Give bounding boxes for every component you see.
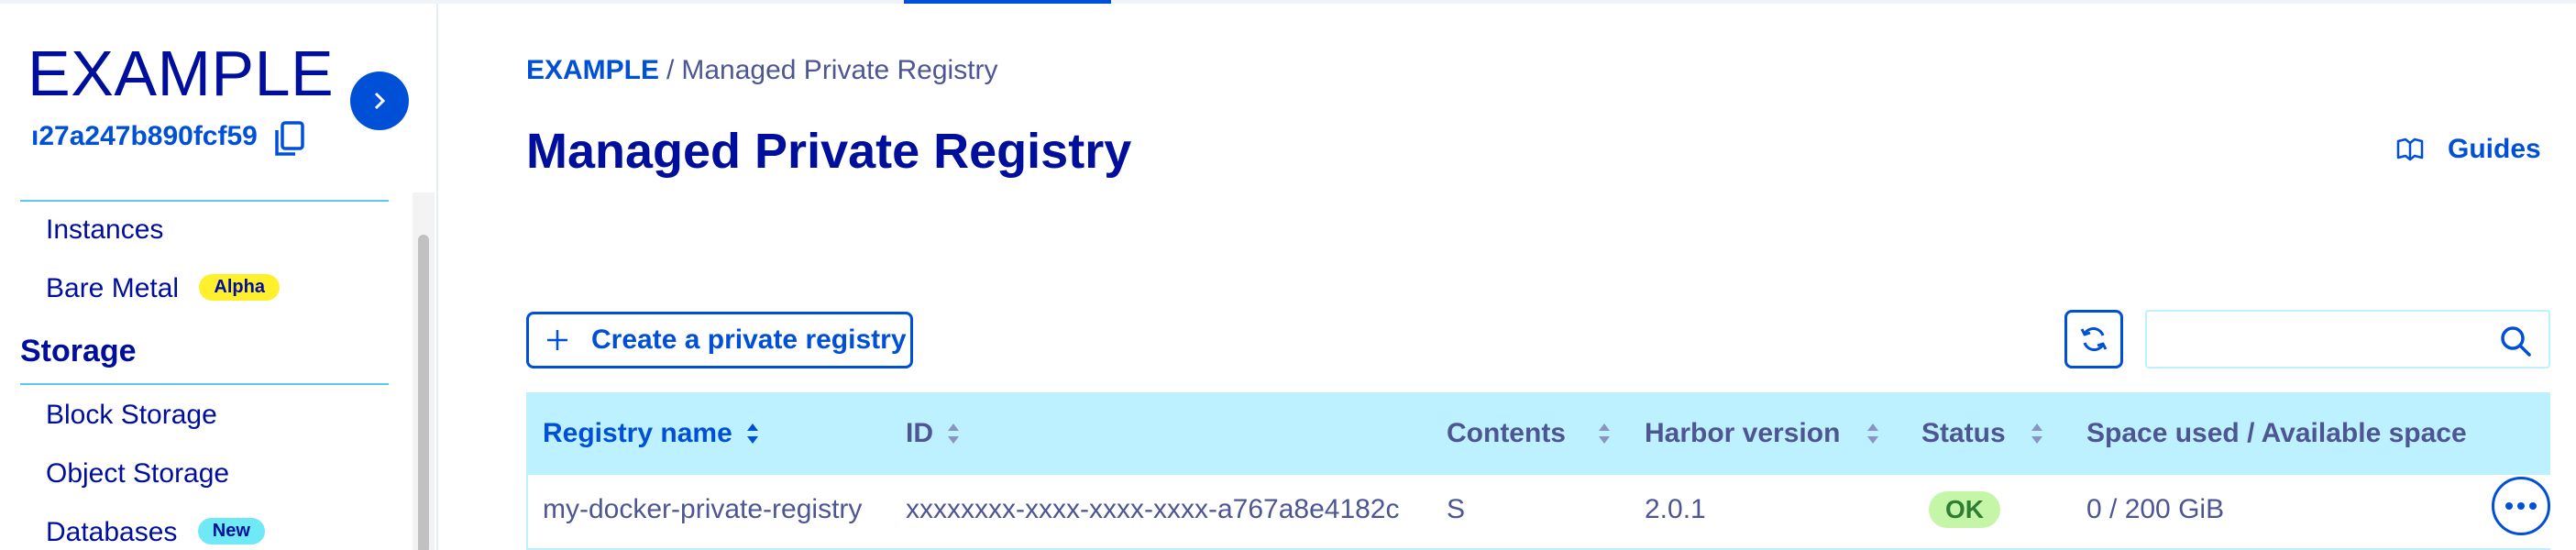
search-input[interactable] — [2156, 319, 2477, 359]
search-icon[interactable] — [2499, 324, 2532, 358]
sidebar-item-label: Databases — [46, 517, 178, 547]
table-header: Registry name ID Contents Harbor version… — [526, 392, 2550, 475]
cell-id: xxxxxxxx-xxxx-xxxx-xxxx-a767a8e4182c — [906, 494, 1400, 524]
column-label: Status — [1921, 418, 2006, 448]
section-divider — [20, 383, 389, 385]
column-header-harbor-version[interactable]: Harbor version — [1645, 392, 1880, 475]
sidebar-divider — [20, 200, 389, 202]
column-label: ID — [906, 418, 933, 448]
sidebar-toggle-button[interactable] — [350, 72, 409, 130]
sort-icon[interactable] — [2030, 422, 2044, 446]
guides-link[interactable]: Guides — [2396, 134, 2541, 165]
column-header-space: Space used / Available space — [2086, 392, 2467, 475]
column-label: Registry name — [543, 418, 732, 448]
cell-harbor-version: 2.0.1 — [1645, 494, 1706, 524]
sidebar-item-label: Bare Metal — [46, 273, 180, 303]
breadcrumb-current: Managed Private Registry — [681, 55, 998, 85]
guides-label: Guides — [2448, 134, 2541, 164]
status-badge: OK — [1929, 491, 2000, 528]
sidebar-scrollbar[interactable] — [418, 235, 429, 550]
sidebar-item-block-storage[interactable]: Block Storage — [46, 400, 217, 431]
sidebar-item-object-storage[interactable]: Object Storage — [46, 458, 229, 490]
search-box — [2145, 310, 2550, 368]
sidebar-item-label: Object Storage — [46, 458, 230, 489]
row-actions-button[interactable] — [2492, 477, 2550, 535]
cell-space: 0 / 200 GiB — [2086, 494, 2225, 524]
column-header-registry-name[interactable]: Registry name — [543, 392, 760, 475]
create-registry-label: Create a private registry — [591, 324, 907, 355]
refresh-icon — [2080, 327, 2108, 351]
column-header-id[interactable]: ID — [906, 392, 961, 475]
sort-icon[interactable] — [946, 422, 961, 446]
more-icon — [2505, 502, 2537, 510]
project-title: EXAMPLE — [28, 38, 335, 109]
sort-icon[interactable] — [745, 422, 760, 446]
sidebar-item-bare-metal[interactable]: Bare Metal Alpha — [46, 273, 280, 304]
sidebar-item-databases[interactable]: Databases New — [46, 517, 265, 548]
column-header-contents[interactable]: Contents — [1447, 392, 1612, 475]
create-registry-button[interactable]: Create a private registry — [526, 312, 913, 368]
page-title: Managed Private Registry — [526, 124, 1132, 179]
cell-status: OK — [1929, 475, 2000, 544]
column-header-status[interactable]: Status — [1921, 392, 2044, 475]
refresh-button[interactable] — [2064, 310, 2123, 368]
cell-registry-name[interactable]: my-docker-private-registry — [543, 475, 862, 544]
breadcrumb: EXAMPLE / Managed Private Registry — [526, 55, 998, 86]
new-badge: New — [197, 517, 265, 544]
table-row[interactable]: my-docker-private-registry xxxxxxxx-xxxx… — [526, 475, 2550, 550]
chevron-right-icon — [374, 92, 386, 110]
sidebar-item-label: Block Storage — [46, 400, 217, 430]
column-label: Space used / Available space — [2086, 418, 2467, 448]
alpha-badge: Alpha — [199, 273, 280, 301]
column-label: Harbor version — [1645, 418, 1841, 448]
active-tab-indicator — [904, 0, 1111, 4]
project-id: ı27a247b890fcf59 — [31, 121, 258, 151]
plus-icon — [547, 330, 567, 350]
sidebar-section-storage: Storage — [20, 334, 137, 368]
sidebar-item-instances[interactable]: Instances — [46, 214, 163, 246]
book-icon — [2396, 138, 2424, 161]
sort-icon[interactable] — [1866, 422, 1880, 446]
sort-icon[interactable] — [1597, 422, 1612, 446]
sidebar-item-label: Instances — [46, 214, 164, 245]
column-label: Contents — [1447, 418, 1566, 448]
breadcrumb-separator: / — [666, 55, 675, 85]
cell-contents: S — [1447, 494, 1466, 524]
copy-icon[interactable] — [273, 121, 306, 158]
sidebar: EXAMPLE ı27a247b890fcf59 Instances Bare … — [0, 4, 438, 550]
breadcrumb-root-link[interactable]: EXAMPLE — [526, 55, 659, 85]
